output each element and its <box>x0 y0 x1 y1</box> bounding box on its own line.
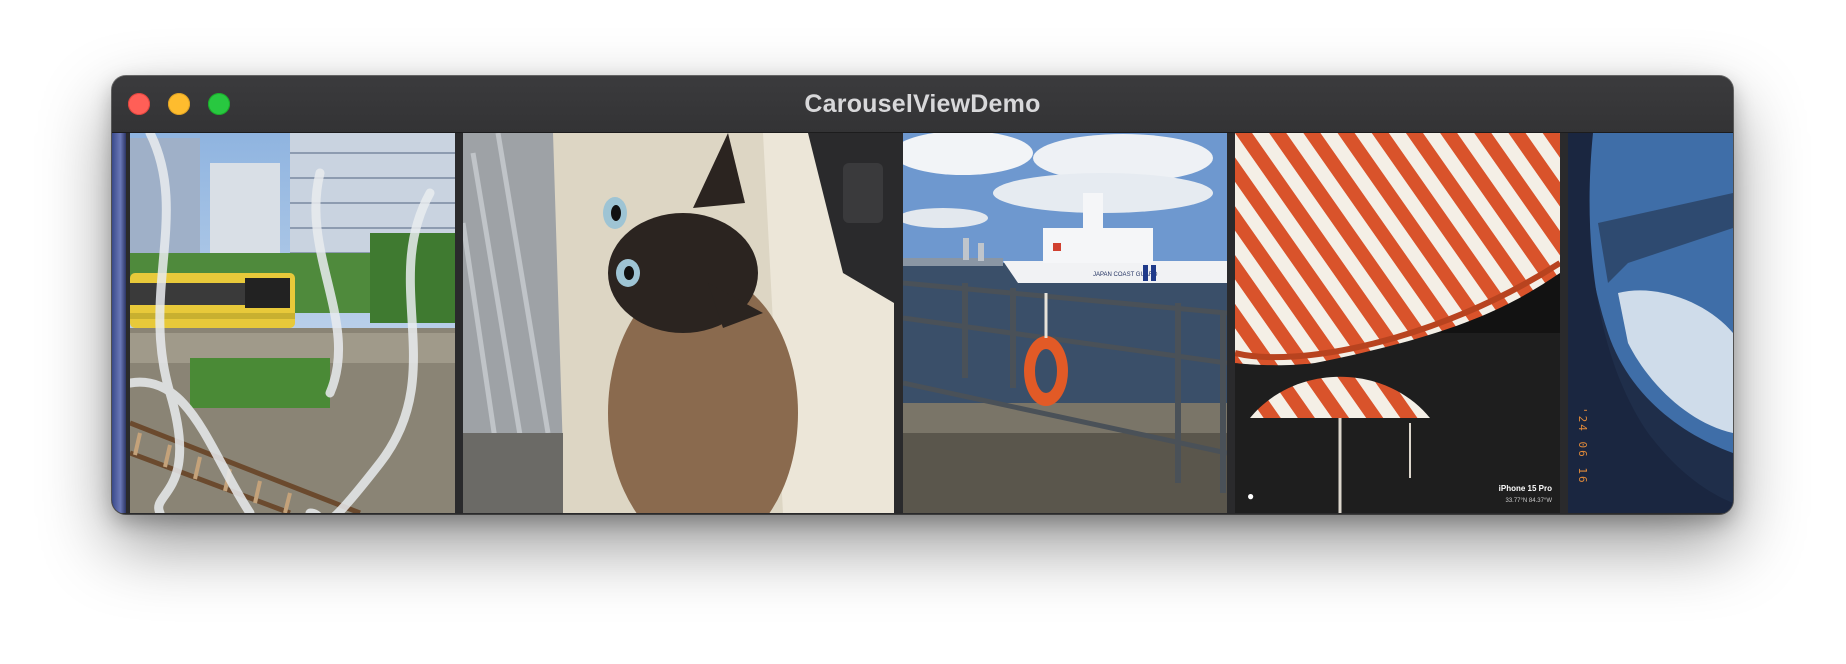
camera-watermark-coords: 33.77°N 84.37°W <box>1505 498 1553 504</box>
ship-hull-text: JAPAN COAST GUARD <box>1093 272 1158 278</box>
carousel-item-partial-left[interactable] <box>112 133 126 513</box>
carousel-item-airplane[interactable]: '24 06 16 <box>1568 133 1733 513</box>
airplane-photo <box>1568 133 1733 513</box>
carousel-item-ship[interactable]: JAPAN COAST GUARD <box>903 133 1227 513</box>
ship-photo: JAPAN COAST GUARD <box>903 133 1227 513</box>
app-window: CarouselViewDemo JAPAN COAST GUARD ● iPh… <box>112 76 1733 514</box>
date-stamp: '24 06 16 <box>1576 407 1589 485</box>
train-photo <box>130 133 455 513</box>
cat-photo <box>463 133 894 513</box>
carousel-item-cat[interactable] <box>463 133 894 513</box>
title-bar[interactable]: CarouselViewDemo <box>112 76 1733 133</box>
window-title: CarouselViewDemo <box>804 90 1041 118</box>
apple-logo-icon: ● <box>1247 489 1255 503</box>
carousel-item-umbrellas[interactable]: ● iPhone 15 Pro 33.77°N 84.37°W <box>1235 133 1560 513</box>
umbrella-photo <box>1235 133 1560 513</box>
carousel-view[interactable]: JAPAN COAST GUARD ● iPhone 15 Pro 33.77°… <box>112 133 1733 514</box>
carousel-item-train[interactable] <box>130 133 455 513</box>
camera-watermark-model: iPhone 15 Pro <box>1498 484 1552 493</box>
